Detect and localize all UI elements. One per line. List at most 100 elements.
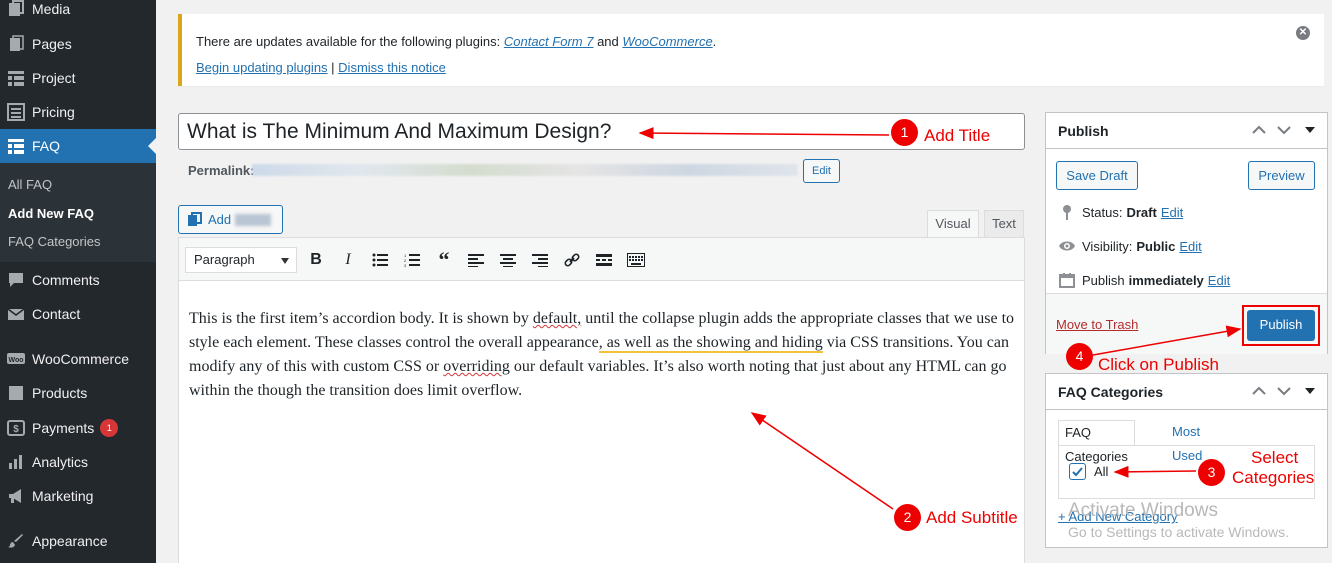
menu-item-contact[interactable]: Contact <box>0 297 156 331</box>
woocommerce-link[interactable]: WooCommerce <box>622 34 712 49</box>
caret-down-icon[interactable] <box>1302 122 1318 138</box>
menu-item-pricing[interactable]: Pricing <box>0 95 156 129</box>
align-center-icon[interactable] <box>497 249 519 271</box>
tab-visual[interactable]: Visual <box>927 210 979 237</box>
menu-item-appearance[interactable]: Appearance <box>0 524 156 558</box>
products-icon <box>6 383 26 403</box>
contact-form-7-link[interactable]: Contact Form 7 <box>504 34 594 49</box>
edit-visibility-link[interactable]: Edit <box>1179 239 1201 254</box>
menu-item-marketing[interactable]: Marketing <box>0 479 156 513</box>
save-draft-button[interactable]: Save Draft <box>1056 161 1138 190</box>
numbered-list-icon[interactable]: 123 <box>401 249 423 271</box>
contact-icon <box>6 304 26 324</box>
annotation-label-add-subtitle: Add Subtitle <box>926 508 1018 527</box>
marketing-icon <box>6 486 26 506</box>
submenu-add-new-faq[interactable]: Add New FAQ <box>8 206 94 221</box>
publish-box-header: Publish <box>1046 113 1327 149</box>
menu-item-woocommerce[interactable]: Woo WooCommerce <box>0 342 156 376</box>
editor-body-text[interactable]: This is the first item’s accordion body.… <box>189 307 1019 403</box>
tab-all-categories[interactable]: FAQ Categories <box>1058 420 1135 464</box>
edit-permalink-button[interactable]: Edit <box>803 159 840 183</box>
menu-item-payments[interactable]: $ Payments 1 <box>0 411 156 445</box>
publish-box: Publish Save Draft Preview Status: Draft E… <box>1045 112 1328 354</box>
appearance-icon <box>6 531 26 551</box>
calendar-icon <box>1058 271 1076 289</box>
menu-label: Media <box>32 1 71 17</box>
pin-icon <box>1058 203 1076 221</box>
caret-down-icon[interactable] <box>1302 383 1318 399</box>
menu-item-faq[interactable]: FAQ <box>0 129 156 163</box>
permalink-label: Permalink: <box>188 163 255 178</box>
pricing-icon <box>6 102 26 122</box>
dismiss-notice-link[interactable]: Dismiss this notice <box>338 60 446 75</box>
menu-label: Pages <box>32 36 72 52</box>
chevron-down-icon[interactable] <box>1276 383 1292 399</box>
menu-item-analytics[interactable]: Analytics <box>0 445 156 479</box>
svg-text:3: 3 <box>404 263 407 267</box>
svg-text:Woo: Woo <box>8 357 23 364</box>
menu-item-media[interactable]: Media <box>0 0 156 26</box>
tab-text[interactable]: Text <box>984 210 1024 237</box>
align-left-icon[interactable] <box>465 249 487 271</box>
preview-button[interactable]: Preview <box>1248 161 1315 190</box>
menu-label: Contact <box>32 306 81 322</box>
menu-label: Marketing <box>32 488 94 504</box>
annotation-label-categories: Categories <box>1232 468 1315 487</box>
chevron-down-icon[interactable] <box>1276 122 1292 138</box>
menu-item-comments[interactable]: Comments <box>0 263 156 297</box>
edit-status-link[interactable]: Edit <box>1161 205 1183 220</box>
payments-icon: $ <box>6 418 26 438</box>
menu-item-project[interactable]: Project <box>0 61 156 95</box>
blockquote-icon[interactable]: “ <box>433 247 455 272</box>
eye-icon <box>1058 237 1076 255</box>
format-select[interactable]: Paragraph <box>185 247 297 273</box>
menu-label: Project <box>32 70 76 86</box>
link-icon[interactable] <box>561 249 583 271</box>
toolbar-toggle-icon[interactable] <box>625 249 647 271</box>
menu-label: Payments <box>32 420 95 436</box>
analytics-icon <box>6 452 26 472</box>
edit-schedule-link[interactable]: Edit <box>1208 273 1230 288</box>
add-new-category-link[interactable]: + Add New Category <box>1058 509 1178 524</box>
menu-label: Appearance <box>32 533 108 549</box>
comments-icon <box>6 270 26 290</box>
bullet-list-icon[interactable] <box>369 249 391 271</box>
categories-box-title: FAQ Categories <box>1058 384 1164 400</box>
pages-icon <box>6 34 26 54</box>
publish-actions: Move to Trash Publish <box>1046 293 1327 354</box>
categories-box-header: FAQ Categories <box>1046 374 1327 410</box>
category-label-all: All <box>1094 464 1109 479</box>
bold-icon[interactable]: B <box>305 249 327 271</box>
notice-message: There are updates available for the foll… <box>196 34 717 49</box>
menu-item-products[interactable]: Products <box>0 376 156 410</box>
read-more-icon[interactable] <box>593 249 615 271</box>
italic-icon[interactable]: I <box>337 249 359 271</box>
add-media-button[interactable]: Add <box>178 205 283 234</box>
menu-label: Pricing <box>32 104 75 120</box>
blurred-text <box>235 213 272 226</box>
permalink-url-blurred[interactable] <box>252 164 798 176</box>
menu-item-pages[interactable]: Pages <box>0 27 156 61</box>
align-right-icon[interactable] <box>529 249 551 271</box>
chevron-up-icon[interactable] <box>1251 383 1267 399</box>
annotation-label-click-publish: Click on Publish <box>1098 355 1219 374</box>
close-icon[interactable]: ✕ <box>1296 26 1310 40</box>
annotation-label-select: Select <box>1251 448 1299 467</box>
begin-updating-link[interactable]: Begin updating plugins <box>196 60 328 75</box>
media-icon <box>187 211 203 228</box>
chevron-up-icon[interactable] <box>1251 122 1267 138</box>
spellcheck-word: default, <box>532 310 582 327</box>
status-row: Status: Draft Edit <box>1058 203 1183 221</box>
submenu-all-faq[interactable]: All FAQ <box>8 177 52 192</box>
payments-count-badge: 1 <box>100 419 119 437</box>
tab-most-used[interactable]: Most Used <box>1166 420 1208 463</box>
submenu-faq-categories[interactable]: FAQ Categories <box>8 234 101 249</box>
add-media-label: Add <box>208 212 232 227</box>
annotation-number-4: 4 <box>1066 343 1093 370</box>
editor-toolbar: Paragraph B I 123 “ <box>179 238 1024 281</box>
media-icon <box>6 0 26 19</box>
move-to-trash-link[interactable]: Move to Trash <box>1056 317 1138 332</box>
publish-button[interactable]: Publish <box>1247 310 1315 341</box>
category-checkbox-all[interactable] <box>1069 463 1086 480</box>
woocommerce-icon: Woo <box>6 349 26 369</box>
